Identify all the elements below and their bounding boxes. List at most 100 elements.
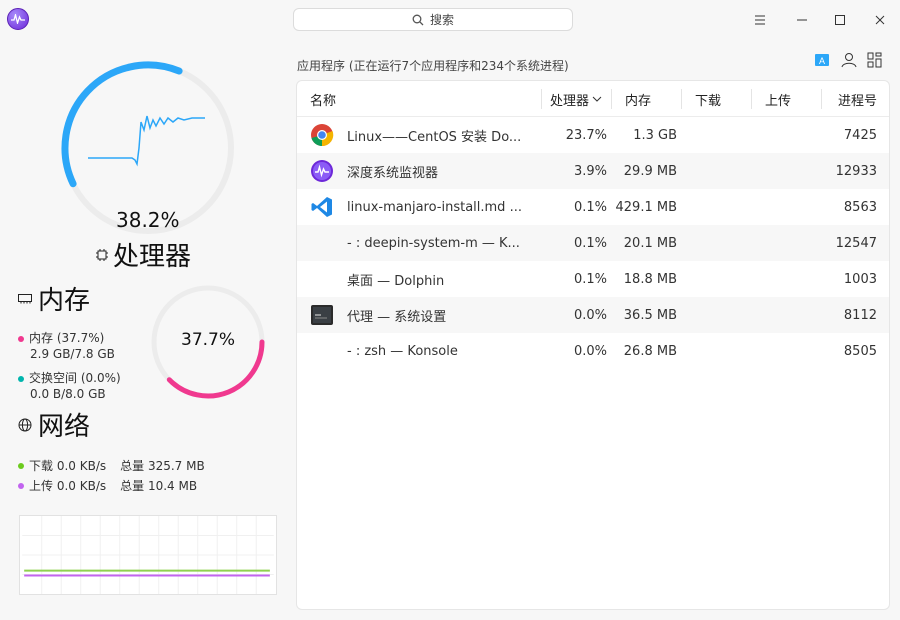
close-icon [875,15,885,25]
cell-memory: 36.5 MB [623,307,677,323]
cell-pid: 8112 [843,307,877,323]
process-summary: 应用程序 (正在运行7个应用程序和234个系统进程) [297,59,569,73]
cell-download [681,333,747,369]
user-view-icon[interactable] [840,52,858,68]
cpu-chip-icon [96,248,108,261]
globe-icon [18,418,32,431]
cpu-title-label: 处理器 [113,242,192,272]
cell-pid: 7425 [843,127,877,143]
maximize-icon [835,15,845,25]
swap-value: 0.0 B/8.0 GB [30,387,106,401]
cell-pid: 1003 [843,271,877,287]
column-cpu-label: 处理器 [549,93,589,109]
upload-total: 总量 10.4 MB [120,479,198,493]
resource-panel: 38.2% 处理器 内存 37.7% 内存 (37.7%) 2.9 GB/7.8… [0,40,290,620]
memory-title-label: 内存 [38,286,91,316]
table-row[interactable]: 桌面 — Dolphin 0.1% 18.8 MB 1003 [297,261,889,297]
cell-download [681,153,747,189]
column-upload-label: 上传 [765,93,792,109]
network-title-label: 网络 [38,412,91,442]
cell-memory: 26.8 MB [623,343,677,359]
vscode-icon [310,195,334,219]
column-header-memory[interactable]: 内存 [611,81,681,117]
cell-name: 代理 — 系统设置 [347,309,447,325]
table-row[interactable]: 代理 — 系统设置 0.0% 36.5 MB 8112 [297,297,889,333]
cpu-percent: 38.2% [116,208,180,232]
menu-button[interactable] [748,8,772,32]
column-header-upload[interactable]: 上传 [751,81,821,117]
cell-cpu: 0.1% [573,235,607,251]
cell-name: linux-manjaro-install.md ... [347,199,522,215]
column-header-pid[interactable]: 进程号 [821,81,889,117]
cell-upload [751,153,817,189]
column-download-label: 下载 [695,93,722,109]
memory-chip-icon [18,293,32,303]
cell-memory: 20.1 MB [623,235,677,251]
cell-upload [751,261,817,297]
cell-download [681,117,747,153]
cell-pid: 12547 [835,235,877,251]
app-logo-icon[interactable] [7,8,29,30]
memory-label: 内存 (37.7%) [29,331,105,345]
cell-pid: 8505 [843,343,877,359]
swap-dot [18,375,24,382]
cell-upload [751,117,817,153]
download-total: 总量 325.7 MB [120,459,205,473]
column-name-label: 名称 [310,93,337,109]
upload-speed: 上传 0.0 KB/s [29,479,107,493]
svg-text:A: A [819,56,825,66]
cell-cpu: 0.0% [573,307,607,323]
cell-memory: 29.9 MB [623,163,677,179]
cell-memory: 1.3 GB [633,127,677,143]
close-button[interactable] [868,8,892,32]
cell-upload [751,333,817,369]
upload-dot [18,482,24,489]
cell-download [681,297,747,333]
cell-name: - : zsh — Konsole [347,343,458,359]
column-header-name[interactable]: 名称 [310,81,336,117]
cell-cpu: 23.7% [565,127,607,143]
table-row[interactable]: linux-manjaro-install.md ... 0.1% 429.1 MB… [297,189,889,225]
table-row[interactable]: Linux——CentOS 安装 Do... 23.7% 1.3 GB 7425 [297,117,889,153]
network-title: 网络 [18,406,90,443]
cell-download [681,225,747,261]
cell-name: 桌面 — Dolphin [347,273,445,289]
upload-row: 上传 0.0 KB/s 总量 10.4 MB [18,477,197,494]
chrome-icon [310,123,334,147]
table-row[interactable]: - : deepin-system-m — K... 0.1% 20.1 MB 125… [297,225,889,261]
column-header-cpu[interactable]: 处理器 [541,81,611,117]
cell-pid: 12933 [835,163,877,179]
cell-name: Linux——CentOS 安装 Do... [347,129,522,145]
memory-percent: 37.7% [181,330,236,350]
memory-title: 内存 [18,280,90,317]
deepin-monitor-icon [310,159,334,183]
app-view-icon[interactable]: A [814,52,832,68]
search-placeholder: 搜索 [429,13,454,27]
cell-download [681,189,747,225]
process-table: 名称 处理器 内存 下载 上传 进程号 Linux——CentOS 安装 Do.… [296,80,890,610]
table-row[interactable]: 深度系统监视器 3.9% 29.9 MB 12933 [297,153,889,189]
cell-upload [751,297,817,333]
memory-dot [18,335,24,342]
column-memory-label: 内存 [625,93,652,109]
cell-cpu: 0.1% [573,199,607,215]
search-input[interactable]: 搜索 [293,8,573,31]
table-row[interactable]: - : zsh — Konsole 0.0% 26.8 MB 8505 [297,333,889,369]
download-dot [18,462,24,469]
terminal-icon [310,303,334,327]
table-body: Linux——CentOS 安装 Do... 23.7% 1.3 GB 7425 深度系… [297,117,889,369]
column-header-download[interactable]: 下载 [681,81,751,117]
menu-icon [755,15,765,25]
download-speed: 下载 0.0 KB/s [29,459,107,473]
minimize-button[interactable] [790,8,814,32]
cpu-title: 处理器 [95,236,191,273]
cell-upload [751,225,817,261]
memory-legend: 内存 (37.7%) 2.9 GB/7.8 GB 交换空间 (0.0%) 0.0… [18,330,121,402]
download-row: 下载 0.0 KB/s 总量 325.7 MB [18,457,205,474]
maximize-button[interactable] [828,8,852,32]
column-pid-label: 进程号 [837,93,877,109]
cell-name: - : deepin-system-m — K... [347,235,520,251]
cell-download [681,261,747,297]
cell-memory: 18.8 MB [623,271,677,287]
service-view-icon[interactable] [866,52,884,68]
